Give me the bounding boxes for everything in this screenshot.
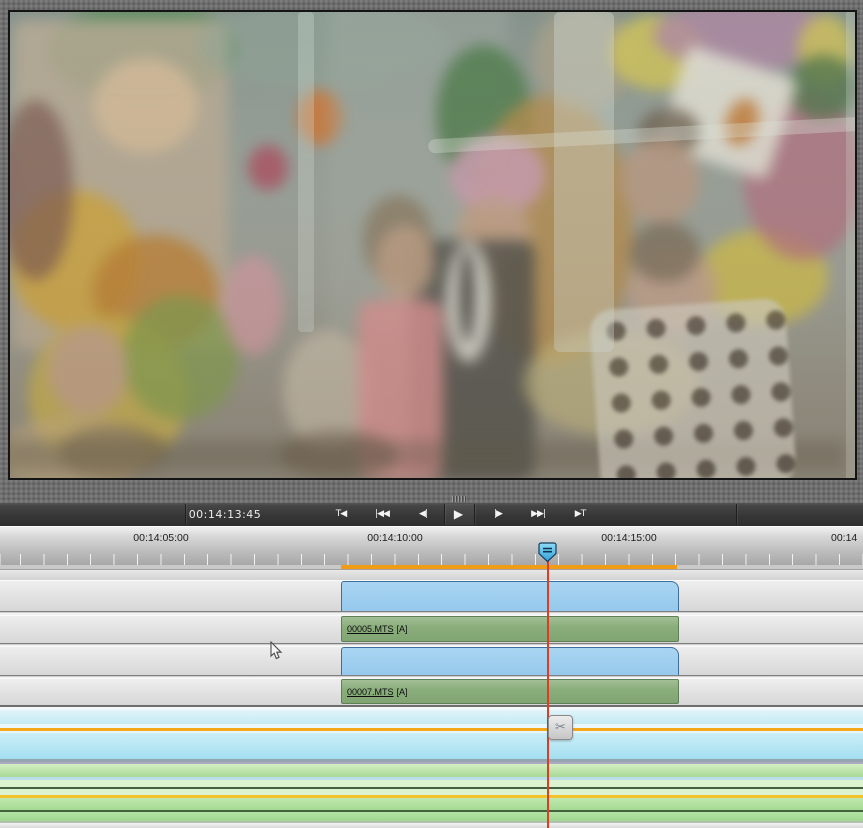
overview-band[interactable] xyxy=(0,798,863,810)
step-back-button[interactable]: ◀| xyxy=(403,503,443,526)
clip-label: 00005.MTS [A] xyxy=(347,624,408,634)
timeline-ruler[interactable]: 00:14:05:00 00:14:10:00 00:14:15:00 00:1… xyxy=(0,526,863,566)
clip-label: 00007.MTS [A] xyxy=(347,686,408,697)
go-to-previous-event-button[interactable]: T◀ xyxy=(321,503,361,526)
go-to-end-button[interactable]: ▶▶| xyxy=(518,503,558,526)
play-button[interactable]: ▶ xyxy=(438,503,478,526)
overview-band[interactable] xyxy=(0,780,863,787)
go-to-start-button[interactable]: |◀◀ xyxy=(362,503,402,526)
overview-band[interactable] xyxy=(0,812,863,821)
overview-band[interactable] xyxy=(0,710,863,724)
ruler-timecode-label: 00:14:10:00 xyxy=(367,532,423,544)
clip-00005-mts-a[interactable]: 00005.MTS [A] xyxy=(341,616,679,642)
video-preview[interactable] xyxy=(8,10,857,480)
timecode-display: 00:14:13:45 xyxy=(188,508,262,521)
editor-window: 00:14:13:45 T◀ |◀◀ ◀| ▶ |▶ ▶▶| ▶T 00:14:… xyxy=(0,0,863,828)
haze-overlay xyxy=(10,12,855,478)
overview-band[interactable] xyxy=(0,823,863,828)
position-marker-icon[interactable] xyxy=(538,542,557,568)
monitor-panel xyxy=(0,0,863,503)
track-a2[interactable]: 00007.MTS [A] xyxy=(0,678,863,705)
track-v1[interactable]: 00005.MTS[V] xyxy=(0,580,863,828)
mouse-cursor xyxy=(270,640,284,666)
overview-band[interactable] xyxy=(0,733,863,759)
in-out-range-bar[interactable] xyxy=(341,565,677,569)
track-a1[interactable]: 00005.MTS [A] xyxy=(0,615,863,643)
go-to-next-event-button[interactable]: ▶T xyxy=(560,503,600,526)
cut-tool-icon[interactable]: ✂ xyxy=(548,715,573,740)
ruler-timecode-label: 00:14:05:00 xyxy=(133,532,189,544)
playhead-line[interactable] xyxy=(547,561,549,828)
divider xyxy=(736,504,737,525)
clip-00007-mts-a[interactable]: 00007.MTS [A] xyxy=(341,679,679,704)
drag-handle-icon[interactable] xyxy=(452,496,474,502)
timeline-overview xyxy=(0,708,863,828)
ruler-timecode-label: 00:14:15:00 xyxy=(601,532,657,544)
overview-band[interactable] xyxy=(0,764,863,777)
step-forward-button[interactable]: |▶ xyxy=(478,503,518,526)
ruler-timecode-label: 00:14 xyxy=(831,532,858,544)
track-v2[interactable]: 00007.MTS[V] xyxy=(0,646,863,828)
transport-bar: 00:14:13:45 T◀ |◀◀ ◀| ▶ |▶ ▶▶| ▶T xyxy=(0,503,863,527)
